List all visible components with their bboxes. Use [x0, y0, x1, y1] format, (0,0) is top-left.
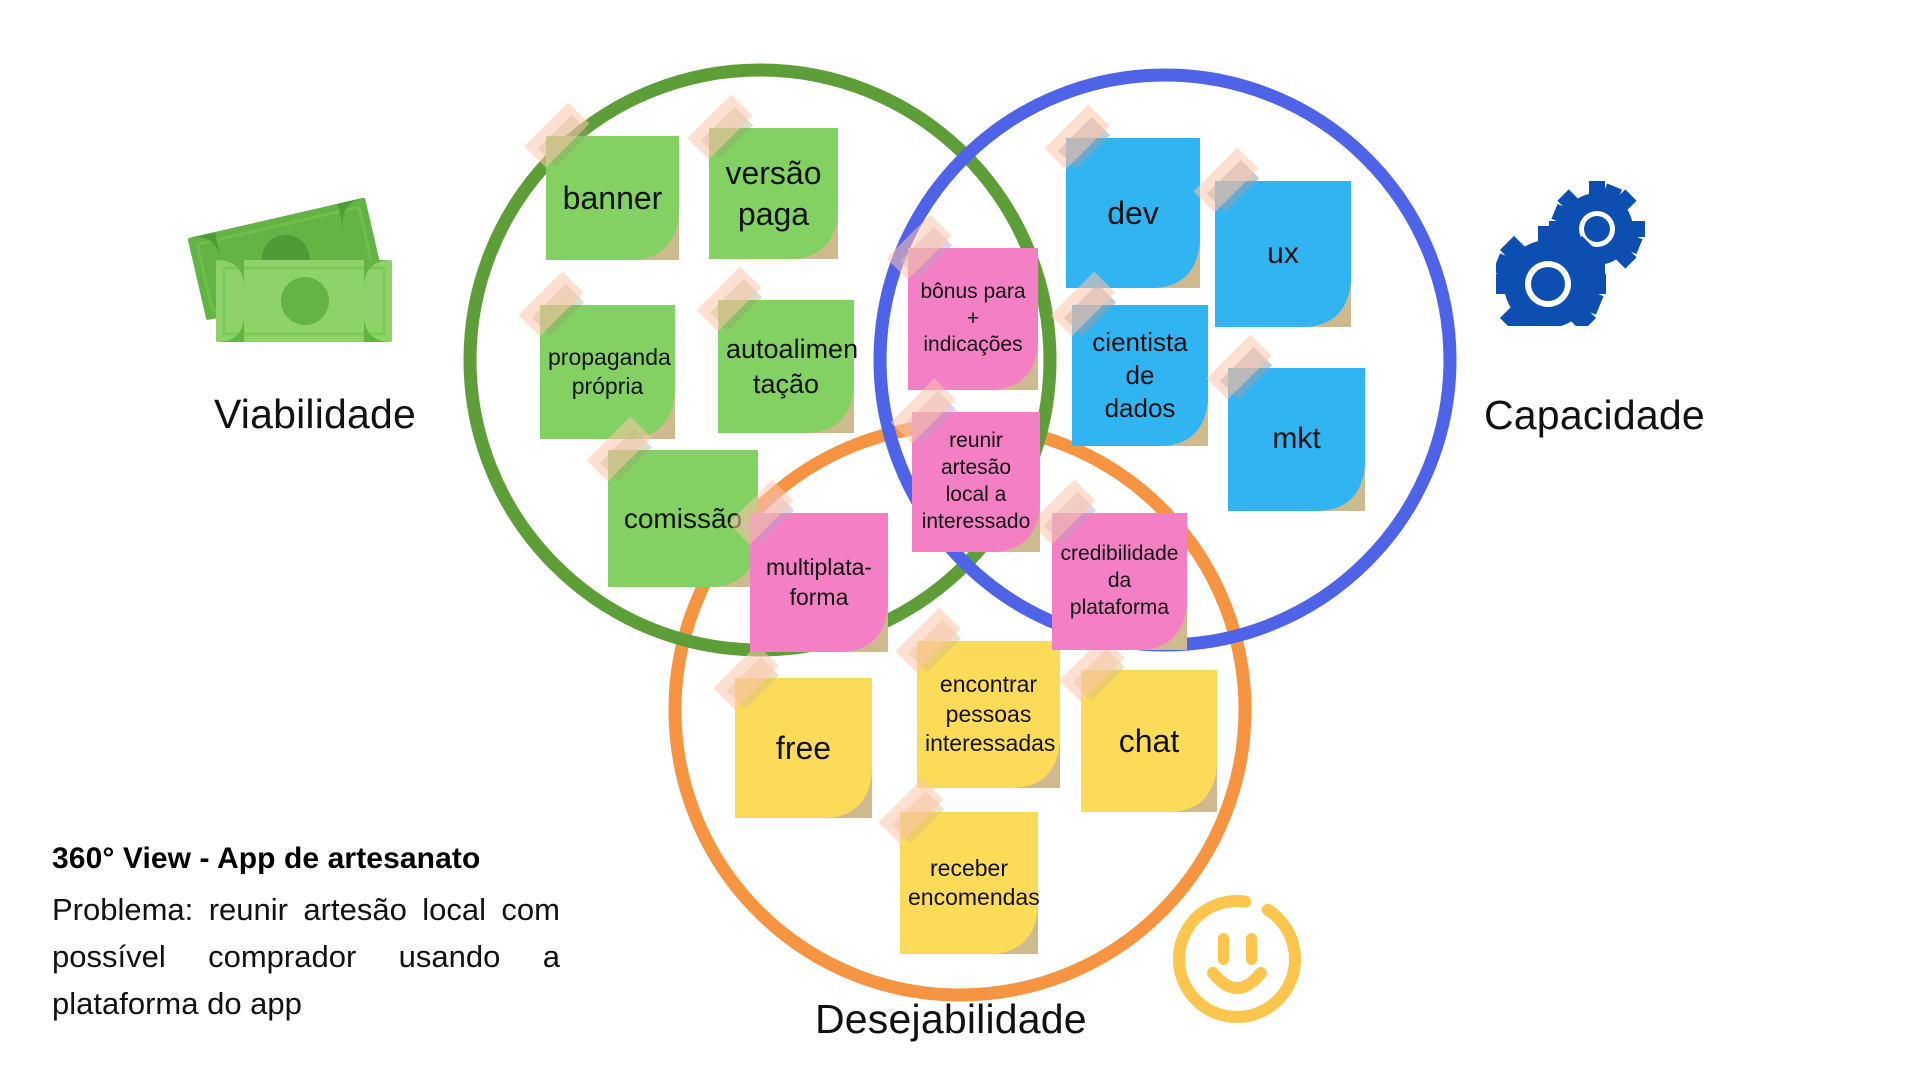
note-text: banner: [562, 179, 663, 216]
tape-strip: [518, 271, 584, 337]
tape-shadow: [709, 278, 763, 332]
tape-strip: [1030, 479, 1096, 545]
folded-corner: [1305, 281, 1351, 327]
tape-shadow: [1072, 648, 1126, 702]
circle-label-capacidade: Capacidade: [1484, 392, 1705, 438]
sticky-note-credibilidade-da-plataforma[interactable]: credibilidade da plataforma: [1030, 479, 1187, 650]
tape-shadow: [1206, 159, 1260, 213]
circle-label-viabilidade: Viabilidade: [214, 391, 417, 437]
sticky-note-propaganda-propria[interactable]: propaganda própria: [518, 271, 675, 439]
note-text: ux: [1267, 236, 1299, 270]
sticky-note-mkt[interactable]: mkt: [1206, 334, 1365, 511]
note-text: reunir artesão local a interessado: [921, 429, 1031, 533]
tape-shadow: [908, 619, 962, 673]
tape-strip: [713, 644, 779, 710]
note-text: autoalimen tação: [726, 333, 859, 399]
caption-block: 360° View - App de artesanato Problema: …: [52, 842, 560, 1027]
folded-corner: [992, 908, 1038, 954]
tape-shadow: [891, 790, 945, 844]
note-text: credibilidade da plataforma: [1060, 542, 1179, 619]
sticky-note-free[interactable]: free: [713, 644, 872, 818]
folded-corner: [1171, 766, 1217, 812]
sticky-note-bonus-indicacoes[interactable]: bônus para + indicações: [886, 214, 1038, 390]
tape-shadow: [726, 656, 780, 710]
tape-strip: [886, 214, 952, 280]
tape-strip: [696, 266, 762, 332]
sticky-note-chat[interactable]: chat: [1059, 636, 1217, 812]
note-text: receber encomendas: [908, 854, 1040, 910]
venn-diagram-canvas: Viabilidade Capacidade Desejabilidade ba…: [0, 0, 1920, 1080]
money-bills-icon: [186, 197, 396, 353]
tape-strip: [878, 778, 944, 844]
sticky-note-comissao[interactable]: comissão: [586, 416, 758, 587]
folded-corner: [1154, 242, 1200, 288]
sticky-note-encontrar-pessoas-interessadas[interactable]: encontrar pessoas interessadas: [895, 607, 1060, 788]
tape-strip: [895, 607, 961, 673]
note-text: versão paga: [725, 154, 822, 232]
sticky-note-cientista-de-dados[interactable]: cientista de dados: [1050, 271, 1208, 446]
sticky-note-banner[interactable]: banner: [524, 102, 679, 260]
tape-shadow: [1043, 491, 1097, 545]
sticky-note-reunir-artesao-local-a-interessado[interactable]: reunir artesão local a interessado: [890, 378, 1040, 552]
gears-icon: [1490, 176, 1666, 342]
note-text: multiplata- forma: [765, 554, 873, 610]
folded-corner: [826, 772, 872, 818]
sticky-note-dev[interactable]: dev: [1044, 104, 1200, 288]
note-text: dev: [1107, 194, 1159, 231]
tape-shadow: [1057, 116, 1111, 170]
sticky-note-multiplataforma[interactable]: multiplata- forma: [728, 479, 888, 652]
tape-shadow: [700, 106, 754, 160]
caption-title: 360° View - App de artesanato: [52, 842, 481, 875]
folded-corner: [633, 214, 679, 260]
note-text: chat: [1118, 722, 1180, 759]
folded-corner: [842, 606, 888, 652]
note-text: cientista de dados: [1092, 326, 1188, 424]
tape-shadow: [531, 283, 585, 337]
sticky-note-receber-encomendas[interactable]: receber encomendas: [878, 778, 1040, 954]
folded-corner: [1319, 465, 1365, 511]
note-text: encontrar pessoas interessadas: [925, 671, 1056, 757]
tape-strip: [524, 102, 590, 168]
note-text: mkt: [1272, 422, 1321, 456]
tape-strip: [1044, 104, 1110, 170]
smiley-face-icon: [1166, 888, 1308, 1035]
caption-body: Problema: reunir artesão local com possí…: [52, 892, 560, 1022]
circle-label-desejabilidade: Desejabilidade: [815, 996, 1087, 1042]
tape-strip: [1206, 334, 1272, 400]
tape-strip: [1193, 147, 1259, 213]
tape-shadow: [899, 226, 953, 280]
note-text: comissão: [623, 502, 743, 534]
note-text: bônus para + indicações: [920, 279, 1026, 357]
sticky-note-autoalimentacao[interactable]: autoalimen tação: [696, 266, 859, 433]
sticky-note-versao-paga[interactable]: versão paga: [687, 94, 838, 259]
sticky-note-ux[interactable]: ux: [1193, 147, 1351, 327]
tape-strip: [687, 94, 753, 160]
tape-shadow: [1219, 346, 1273, 400]
tape-shadow: [537, 114, 591, 168]
note-text: free: [775, 729, 832, 766]
note-text: propaganda própria: [548, 343, 671, 399]
